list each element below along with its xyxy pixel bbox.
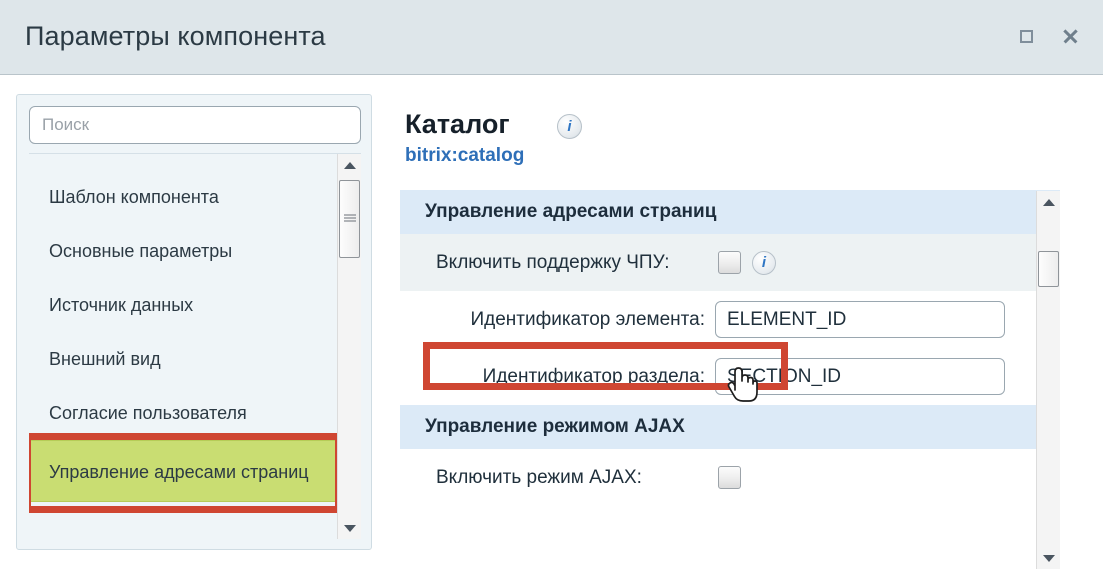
section-header-page-addresses: Управление адресами страниц (400, 190, 1060, 234)
scroll-up-arrow-icon[interactable] (338, 154, 361, 176)
sidebar-scrollbar-thumb[interactable] (339, 180, 360, 258)
sidebar-item-data-source[interactable]: Источник данных (29, 278, 337, 332)
row-ajax-mode: Включить режим AJAX: (400, 449, 1060, 506)
settings-content: Каталог i bitrix:catalog Управление адре… (400, 75, 1103, 570)
field-label: Идентификатор раздела: (482, 365, 705, 387)
sidebar-item-label: Внешний вид (49, 348, 161, 369)
params-scroll-area: Управление адресами страниц Включить под… (400, 190, 1060, 570)
section-id-input[interactable] (715, 358, 1005, 395)
field-label: Включить поддержку ЧПУ: (436, 251, 670, 273)
settings-sidebar: Шаблон компонента Основные параметры Ист… (16, 94, 372, 550)
scroll-down-arrow-icon[interactable] (338, 517, 361, 539)
row-section-id: Идентификатор раздела: (400, 348, 1060, 405)
sidebar-item-template[interactable]: Шаблон компонента (29, 170, 337, 224)
dialog-body: Шаблон компонента Основные параметры Ист… (0, 75, 1103, 570)
sidebar-item-label: Согласие пользователя (49, 402, 247, 423)
sidebar-item-label: Основные параметры (49, 240, 233, 261)
dialog-title: Параметры компонента (25, 21, 326, 51)
sidebar-scroll-area: Шаблон компонента Основные параметры Ист… (29, 154, 337, 539)
window-controls (1015, 25, 1081, 47)
search-input[interactable] (29, 106, 361, 144)
row-chpu-support: Включить поддержку ЧПУ: i (400, 234, 1060, 291)
info-icon[interactable]: i (752, 250, 776, 275)
scroll-up-arrow-icon[interactable] (1037, 191, 1060, 213)
ajax-checkbox[interactable] (718, 466, 741, 489)
scroll-down-arrow-icon[interactable] (1037, 547, 1060, 569)
sidebar-item-appearance[interactable]: Внешний вид (29, 332, 337, 386)
square-icon (1019, 29, 1033, 43)
content-scrollbar-thumb[interactable] (1038, 251, 1059, 287)
close-icon (1062, 28, 1078, 44)
field-label: Идентификатор элемента: (470, 308, 705, 330)
component-parameters-dialog: Параметры компонента Шаблон компонента (0, 0, 1103, 570)
element-id-input[interactable] (715, 301, 1005, 338)
chpu-checkbox[interactable] (718, 251, 741, 274)
sidebar-item-main-params[interactable]: Основные параметры (29, 224, 337, 278)
sidebar-scrollbar[interactable] (337, 154, 361, 539)
sidebar-list-frame: Шаблон компонента Основные параметры Ист… (29, 153, 361, 539)
close-button[interactable] (1059, 25, 1081, 47)
search-field-wrap (29, 106, 361, 144)
sidebar-item-user-consent[interactable]: Согласие пользователя (29, 386, 337, 440)
component-name: bitrix:catalog (405, 145, 525, 166)
info-icon[interactable]: i (557, 114, 582, 139)
page-title: Каталог (405, 109, 510, 139)
maximize-button[interactable] (1015, 25, 1037, 47)
field-label: Включить режим AJAX: (436, 466, 642, 488)
sidebar-item-label: Шаблон компонента (49, 186, 219, 207)
sidebar-item-page-addresses[interactable]: Управление адресами страниц (29, 433, 337, 513)
content-scrollbar[interactable] (1036, 191, 1060, 569)
params-frame: Управление адресами страниц Включить под… (400, 190, 1103, 570)
grip-icon (343, 214, 356, 224)
sidebar-item-label: Источник данных (49, 294, 194, 315)
section-header-ajax-mode: Управление режимом AJAX (400, 405, 1060, 449)
row-element-id: Идентификатор элемента: (400, 291, 1060, 348)
sidebar-item-label: Управление адресами страниц (49, 461, 309, 482)
dialog-titlebar: Параметры компонента (0, 0, 1103, 75)
